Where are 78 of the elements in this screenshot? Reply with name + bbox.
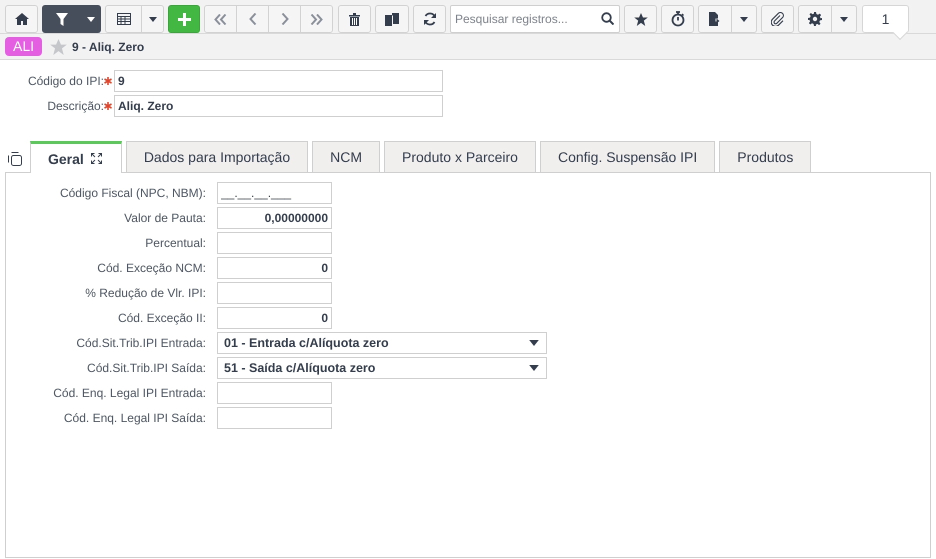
input-field[interactable]: 0 (217, 257, 332, 279)
home-button[interactable] (5, 5, 38, 33)
trash-icon (349, 12, 360, 26)
input-field[interactable] (217, 407, 332, 429)
caret-icon (529, 340, 539, 346)
filter-button[interactable] (42, 5, 81, 33)
grid-icon (116, 13, 130, 25)
field-label: Cód. Exceção NCM: (96, 261, 206, 275)
copy-icon (385, 12, 399, 26)
module-badge: ALI (5, 37, 42, 56)
tab[interactable]: Config. Suspensão IPI (540, 141, 716, 172)
caret-icon (840, 16, 848, 22)
field-label: Cód. Enq. Legal IPI Saída: (62, 411, 206, 425)
attachment-button[interactable] (761, 5, 794, 33)
grid-view-button[interactable] (105, 5, 142, 33)
field-label: Cód. Enq. Legal IPI Entrada: (52, 386, 206, 400)
duplicate-button[interactable] (375, 5, 409, 33)
refresh-button[interactable] (413, 5, 446, 33)
field-label: % Redução de Vlr. IPI: (84, 286, 206, 300)
caret-icon (86, 16, 94, 22)
star-icon (634, 12, 648, 26)
refresh-icon (422, 12, 436, 26)
export-button[interactable] (698, 5, 732, 33)
caret-icon (148, 16, 156, 22)
view-dropdown-button[interactable] (142, 5, 164, 33)
field-label: Código Fiscal (NPC, NBM): (58, 186, 206, 200)
tab[interactable]: Produtos (719, 141, 812, 172)
input-field[interactable]: 0,00000000 (217, 207, 332, 229)
input-field[interactable]: __.__.__.___ (217, 182, 332, 204)
input-field[interactable]: Aliq. Zero (114, 95, 443, 117)
field-label: Cód. Exceção II: (116, 311, 206, 325)
settings-icon (808, 12, 822, 26)
field-label: Percentual: (144, 236, 206, 250)
expand-icon (90, 153, 102, 164)
previous-icon (248, 13, 256, 25)
filter-dropdown-button[interactable] (81, 5, 101, 33)
dropdown-field[interactable]: 51 - Saída c/Alíquota zero (217, 357, 547, 379)
tab[interactable]: NCM (312, 141, 380, 172)
export-dropdown-button[interactable] (732, 5, 757, 33)
input-field[interactable] (217, 232, 332, 254)
field-label: Cód.Sit.Trib.IPI Saída: (86, 361, 206, 375)
previous-record-button[interactable] (236, 5, 269, 33)
search-field[interactable]: Pesquisar registros... (450, 5, 620, 33)
timer-button[interactable] (661, 5, 694, 33)
record-title: 9 - Aliq. Zero (72, 40, 144, 54)
field-label: Código do IPI: (26, 74, 104, 88)
last-record-button[interactable] (300, 5, 333, 33)
first-icon (214, 14, 227, 24)
field-label: Cód.Sit.Trib.IPI Entrada: (75, 336, 206, 350)
input-field[interactable] (217, 382, 332, 404)
filter-icon (56, 12, 68, 26)
delete-button[interactable] (338, 5, 371, 33)
home-icon (14, 13, 28, 25)
tab[interactable]: Produto x Parceiro (384, 141, 536, 172)
next-record-button[interactable] (268, 5, 301, 33)
stopwatch-icon (670, 11, 684, 27)
plus-icon (178, 12, 190, 26)
last-icon (310, 14, 323, 24)
input-field[interactable]: 0 (217, 307, 332, 329)
input-field[interactable]: 9 (114, 70, 443, 92)
favorite-button[interactable] (624, 5, 657, 33)
document-export-icon (709, 12, 721, 26)
next-icon (280, 13, 288, 25)
caret-icon (740, 16, 748, 22)
tab[interactable]: Dados para Importação (126, 141, 308, 172)
field-label: Valor de Pauta: (123, 211, 206, 225)
settings-dropdown-button[interactable] (832, 5, 857, 33)
paperclip-icon (770, 12, 784, 26)
copy-icon[interactable] (8, 152, 22, 166)
field-label: Descrição: (46, 99, 104, 113)
favorite-star-icon[interactable] (50, 38, 68, 54)
search-icon (601, 12, 614, 25)
caret-icon (529, 365, 539, 371)
input-field[interactable] (217, 282, 332, 304)
dropdown-field[interactable]: 01 - Entrada c/Alíquota zero (217, 332, 547, 354)
first-record-button[interactable] (204, 5, 237, 33)
tab[interactable]: Geral (30, 141, 122, 173)
settings-button[interactable] (798, 5, 832, 33)
